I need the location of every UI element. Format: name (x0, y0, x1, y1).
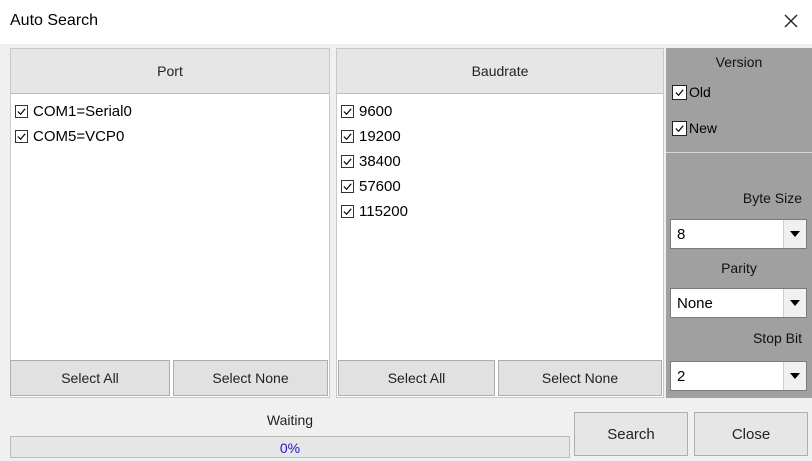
stop-bit-select[interactable]: 2 (670, 361, 807, 391)
port-list-item[interactable]: COM5=VCP0 (15, 124, 327, 149)
port-header[interactable]: Port (11, 49, 329, 94)
chevron-down-icon[interactable] (783, 362, 806, 390)
port-checkbox[interactable] (15, 105, 28, 118)
baud-checkbox[interactable] (341, 105, 354, 118)
progress-bar: 0% (10, 436, 570, 458)
window-title: Auto Search (10, 12, 99, 29)
port-header-label: Port (157, 63, 183, 79)
stop-bit-value: 2 (677, 368, 686, 385)
baud-list-item[interactable]: 9600 (341, 99, 661, 124)
new-checkbox[interactable]: New (672, 120, 717, 136)
port-select-all-label: Select All (61, 370, 119, 386)
port-item-label: COM5=VCP0 (33, 128, 125, 145)
baud-item-label: 19200 (359, 128, 401, 145)
old-checkbox-label: Old (689, 84, 711, 100)
close-button-label: Close (731, 425, 771, 443)
stop-bit-label: Stop Bit (752, 330, 802, 346)
settings-divider (666, 152, 812, 153)
baud-checkbox[interactable] (341, 180, 354, 193)
new-checkbox-label: New (689, 120, 718, 136)
baud-item-label: 9600 (359, 103, 393, 120)
search-button[interactable]: Search (574, 412, 688, 456)
port-select-all-button[interactable]: Select All (10, 360, 170, 396)
baud-checkbox[interactable] (341, 205, 354, 218)
chevron-down-icon[interactable] (783, 220, 806, 248)
settings-panel: Version Old New Byte Size 8 Parity None … (666, 48, 812, 398)
baud-select-all-label: Select All (387, 370, 446, 386)
close-button[interactable]: Close (694, 412, 808, 456)
old-checkbox[interactable]: Old (672, 84, 711, 100)
baud-list-item[interactable]: 19200 (341, 124, 661, 149)
port-list-item[interactable]: COM1=Serial0 (15, 99, 327, 124)
baud-checkbox[interactable] (341, 130, 354, 143)
status-text: Waiting (266, 412, 314, 428)
baud-item-label: 38400 (359, 153, 401, 170)
byte-size-label: Byte Size (742, 190, 802, 206)
port-checkbox[interactable] (15, 130, 28, 143)
old-checkbox-box[interactable] (672, 84, 687, 100)
baudrate-panel: Baudrate 9600 19200 38400 57600 115200 (336, 48, 664, 398)
port-select-none-button[interactable]: Select None (173, 360, 328, 396)
parity-value: None (677, 295, 713, 312)
chevron-down-icon[interactable] (783, 289, 806, 317)
baud-list-item[interactable]: 38400 (341, 149, 661, 174)
progress-text: 0% (279, 440, 301, 456)
version-label: Version (715, 54, 763, 70)
port-panel: Port COM1=Serial0 COM5=VCP0 (10, 48, 330, 398)
baudrate-header-label: Baudrate (471, 63, 529, 79)
parity-select[interactable]: None (670, 288, 807, 318)
search-button-label: Search (607, 425, 655, 443)
port-list[interactable]: COM1=Serial0 COM5=VCP0 (15, 99, 327, 149)
auto-search-dialog: Auto Search Port COM1=Serial0 COM5=VCP0 S… (0, 0, 812, 461)
baudrate-header[interactable]: Baudrate (337, 49, 663, 94)
baud-list-item[interactable]: 57600 (341, 174, 661, 199)
byte-size-select[interactable]: 8 (670, 219, 807, 249)
baud-item-label: 115200 (359, 203, 408, 220)
baudrate-list[interactable]: 9600 19200 38400 57600 115200 (341, 99, 661, 224)
baud-list-item[interactable]: 115200 (341, 199, 661, 224)
port-item-label: COM1=Serial0 (33, 103, 132, 120)
baud-select-all-button[interactable]: Select All (338, 360, 495, 396)
baud-select-none-button[interactable]: Select None (498, 360, 662, 396)
port-select-none-label: Select None (212, 370, 289, 386)
close-icon[interactable] (776, 6, 806, 36)
parity-label: Parity (721, 260, 757, 276)
baud-item-label: 57600 (359, 178, 401, 195)
baud-select-none-label: Select None (541, 370, 619, 386)
baud-checkbox[interactable] (341, 155, 354, 168)
byte-size-value: 8 (677, 226, 686, 243)
title-bar: Auto Search (0, 0, 812, 44)
new-checkbox-box[interactable] (672, 120, 687, 136)
